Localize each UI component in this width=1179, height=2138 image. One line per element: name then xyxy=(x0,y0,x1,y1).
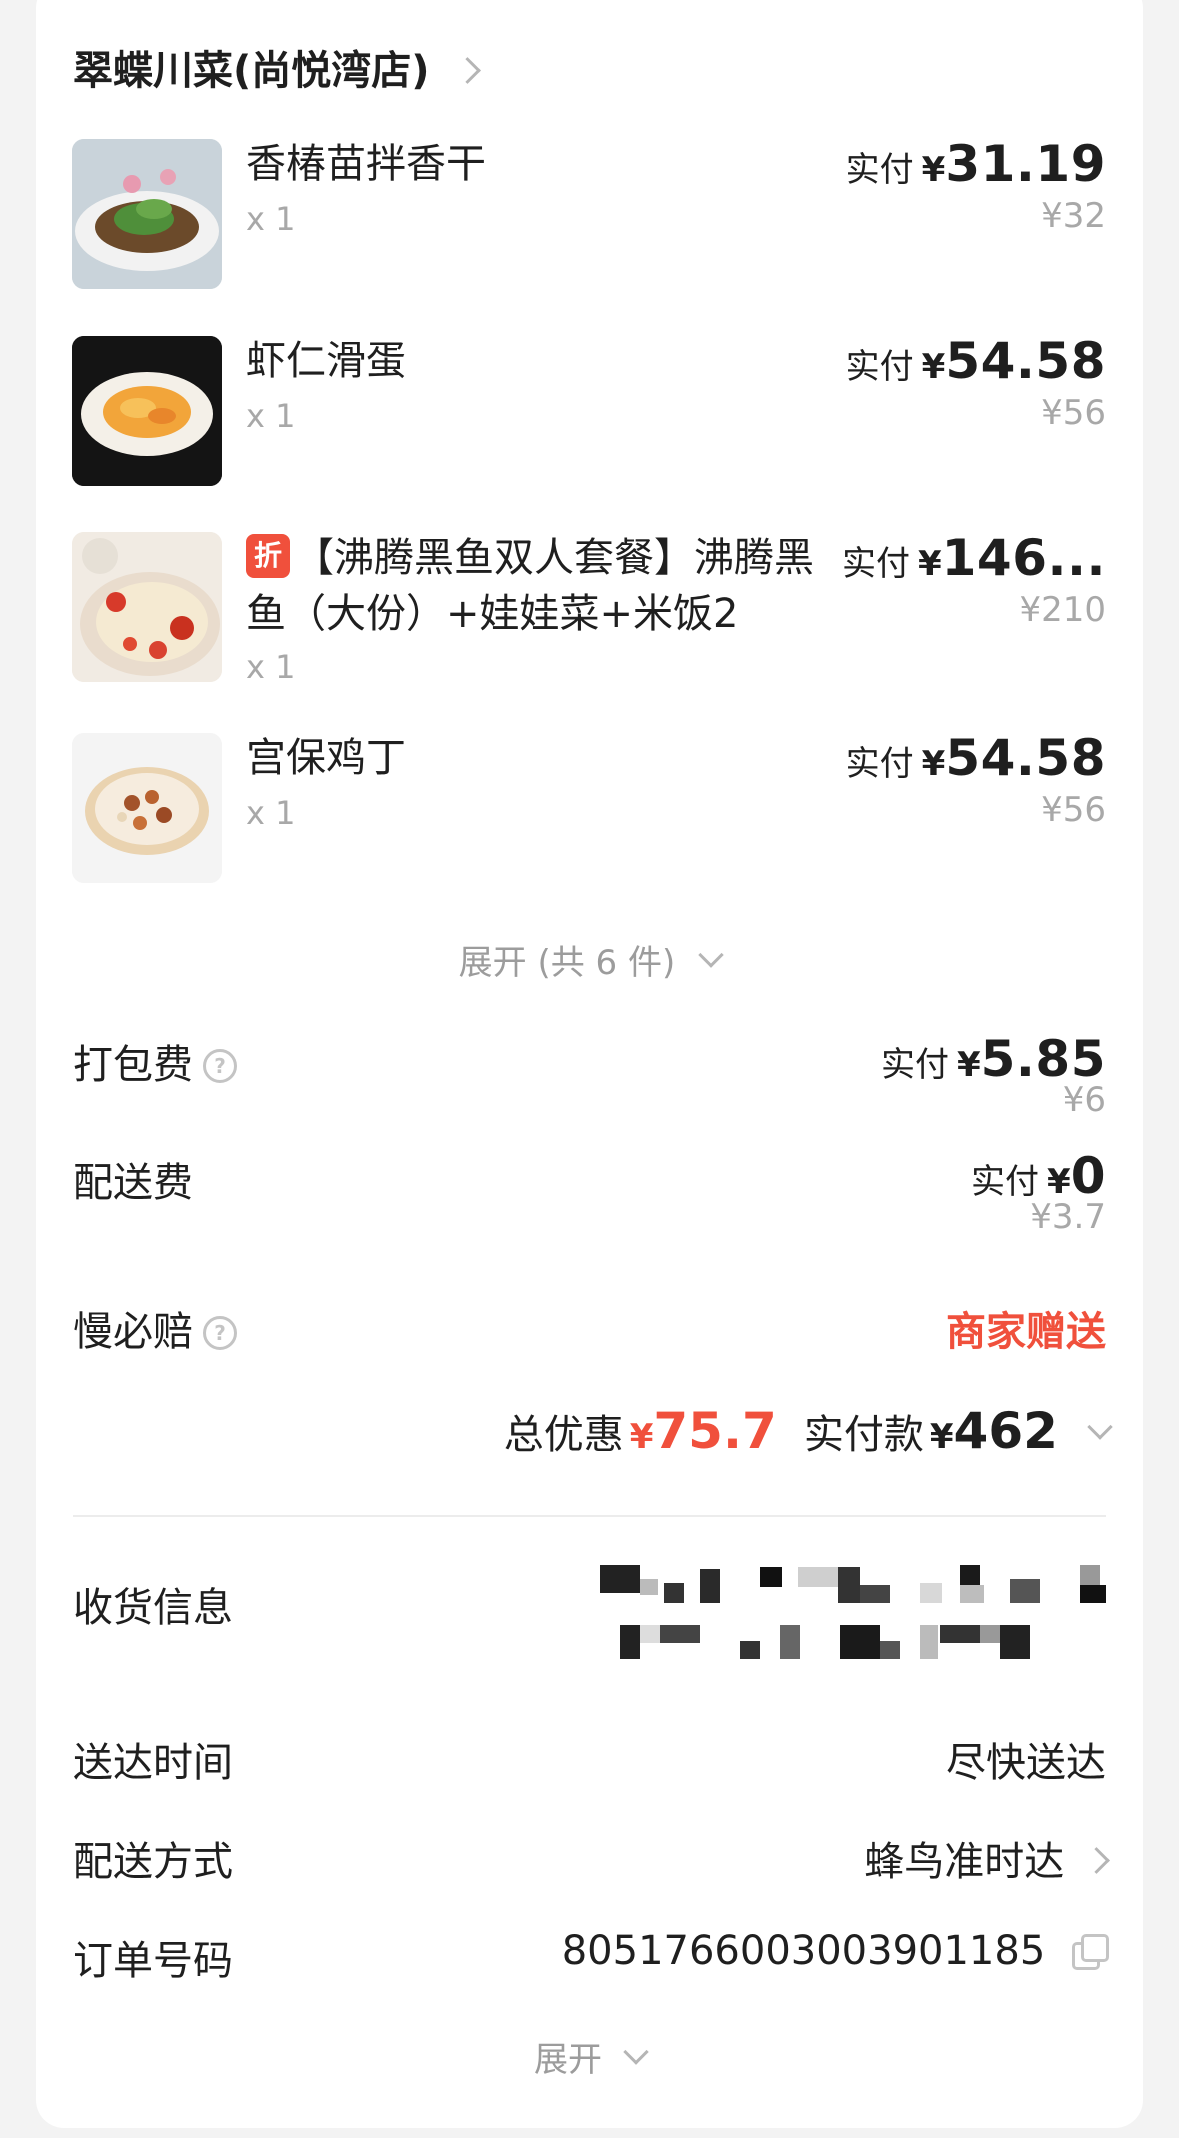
chevron-right-icon xyxy=(453,57,481,84)
item-original-price: ¥56 xyxy=(1041,393,1106,433)
item-original-price: ¥210 xyxy=(1019,590,1106,630)
item-name: 宫保鸡丁 xyxy=(246,735,406,781)
chevron-down-icon xyxy=(623,2039,649,2065)
paid-label: 实付 xyxy=(845,347,914,387)
order-summary[interactable]: 总优惠 ¥75.7 实付款 ¥462 xyxy=(503,1402,1113,1460)
item-paid-price: 实付 ¥146... xyxy=(842,529,1106,587)
discount-tag: 折 xyxy=(246,534,290,578)
discount-currency: ¥ xyxy=(629,1417,654,1457)
delivery-fee-label: 配送费 xyxy=(73,1160,193,1206)
chevron-down-icon xyxy=(698,942,725,968)
pixelated-address-mosaic xyxy=(600,1565,1106,1659)
item-quantity: x 1 xyxy=(246,200,296,238)
packaging-fee-row: 打包费? xyxy=(73,1032,237,1090)
item-quantity: x 1 xyxy=(246,397,296,435)
item-paid-price: 实付 ¥54.58 xyxy=(846,729,1106,787)
order-number-value: 8051766003003901185 xyxy=(561,1928,1046,1974)
chevron-down-icon xyxy=(1087,1414,1113,1440)
currency-symbol: ¥ xyxy=(921,347,946,387)
paid-amount: 54.58 xyxy=(945,332,1106,390)
paid-label: 实付 xyxy=(845,150,914,190)
help-icon[interactable]: ? xyxy=(203,1049,237,1083)
expand-more-label: 展开 xyxy=(533,2040,602,2080)
discount-amount: 75.7 xyxy=(653,1402,777,1460)
paid-amount: 54.58 xyxy=(945,729,1106,787)
total-paid-label: 实付款 xyxy=(803,1412,924,1458)
item-original-price: ¥32 xyxy=(1041,196,1106,236)
paid-label: 实付 xyxy=(971,1162,1040,1202)
help-icon[interactable]: ? xyxy=(203,1316,237,1350)
delivery-method-link[interactable]: 蜂鸟准时达 xyxy=(864,1829,1110,1887)
item-name: 虾仁滑蛋 xyxy=(246,338,406,384)
expand-more-button[interactable]: 展开 xyxy=(0,2032,1179,2081)
total-paid-amount: 462 xyxy=(953,1402,1058,1460)
late-guarantee-row: 慢必赔? xyxy=(73,1299,237,1357)
dish-image[interactable] xyxy=(72,139,222,289)
dish-image[interactable] xyxy=(72,336,222,486)
item-quantity: x 1 xyxy=(246,794,296,832)
item-name: 折【沸腾黑鱼双人套餐】沸腾黑鱼（大份）+娃娃菜+米饭2 xyxy=(246,530,846,642)
delivery-time-label: 送达时间 xyxy=(73,1740,233,1786)
dish-photo-egg-shrimp xyxy=(72,336,222,486)
item-name-text: 【沸腾黑鱼双人套餐】沸腾黑鱼（大份）+娃娃菜+米饭2 xyxy=(246,535,814,637)
discount-label: 总优惠 xyxy=(503,1412,624,1458)
dish-image[interactable] xyxy=(72,532,222,682)
paid-label: 实付 xyxy=(880,1045,949,1085)
shop-header[interactable]: 翠蝶川菜(尚悦湾店) xyxy=(73,38,481,96)
dish-image[interactable] xyxy=(72,733,222,883)
item-name: 香椿苗拌香干 xyxy=(246,141,486,187)
paid-label: 实付 xyxy=(841,544,910,584)
expand-items-label: 展开 (共 6 件) xyxy=(458,943,676,983)
section-divider xyxy=(73,1515,1106,1517)
dish-photo-kungpao xyxy=(72,733,222,883)
dish-photo-fish xyxy=(72,532,222,682)
late-guarantee-label: 慢必赔 xyxy=(73,1309,193,1355)
total-paid-currency: ¥ xyxy=(929,1417,954,1457)
currency-symbol: ¥ xyxy=(956,1045,981,1085)
order-number-label: 订单号码 xyxy=(73,1938,233,1984)
shop-name: 翠蝶川菜(尚悦湾店) xyxy=(73,48,430,94)
chevron-right-icon xyxy=(1083,1847,1110,1874)
item-paid-price: 实付 ¥31.19 xyxy=(846,135,1106,193)
copy-icon[interactable] xyxy=(1072,1934,1109,1970)
address-redacted xyxy=(560,1555,1120,1685)
packaging-fee-original: ¥6 xyxy=(1062,1080,1106,1120)
delivery-time-value: 尽快送达 xyxy=(946,1740,1106,1786)
late-guarantee-value: 商家赠送 xyxy=(946,1309,1106,1355)
item-original-price: ¥56 xyxy=(1041,790,1106,830)
item-quantity: x 1 xyxy=(246,648,296,686)
currency-symbol: ¥ xyxy=(1047,1162,1071,1202)
paid-amount: 31.19 xyxy=(945,135,1106,193)
delivery-method-value: 蜂鸟准时达 xyxy=(864,1839,1065,1885)
currency-symbol: ¥ xyxy=(921,744,946,784)
paid-label: 实付 xyxy=(845,744,914,784)
item-paid-price: 实付 ¥54.58 xyxy=(846,332,1106,390)
paid-amount: 146... xyxy=(941,529,1106,587)
currency-symbol: ¥ xyxy=(917,544,942,584)
address-label: 收货信息 xyxy=(73,1585,233,1631)
order-number: 8051766003003901185 xyxy=(561,1928,1109,1974)
currency-symbol: ¥ xyxy=(921,150,946,190)
delivery-fee-original: ¥3.7 xyxy=(1030,1197,1106,1237)
packaging-fee-label: 打包费 xyxy=(73,1042,193,1088)
delivery-method-label: 配送方式 xyxy=(73,1839,233,1885)
dish-photo-noodles xyxy=(72,139,222,289)
expand-items-button[interactable]: 展开 (共 6 件) xyxy=(0,935,1179,984)
